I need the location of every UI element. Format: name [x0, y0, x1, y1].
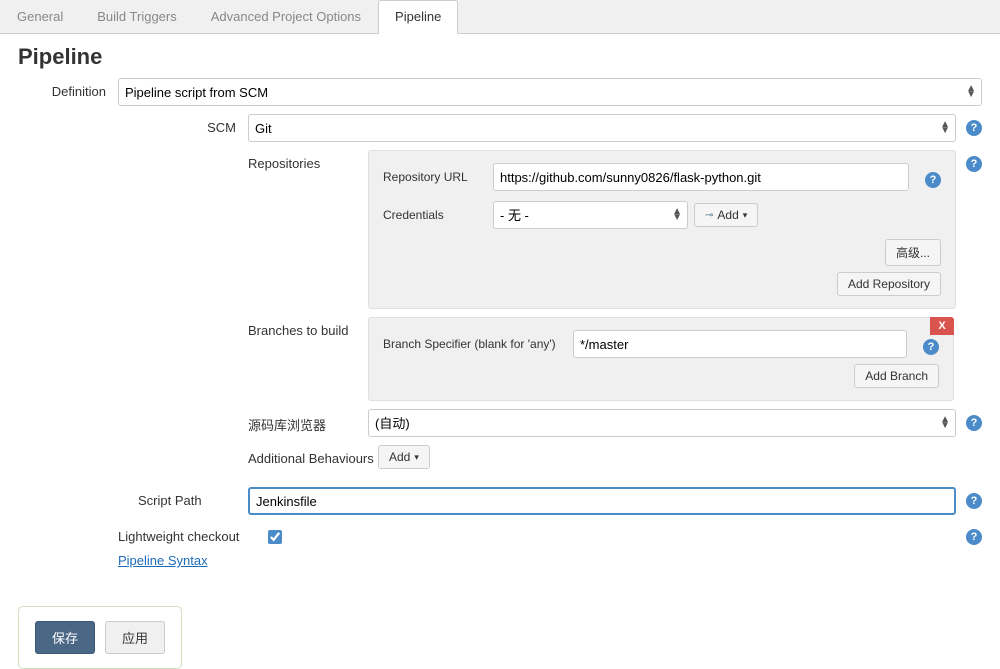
page-title: Pipeline — [18, 44, 982, 70]
advanced-button[interactable]: 高级... — [885, 239, 941, 266]
tab-pipeline[interactable]: Pipeline — [378, 0, 458, 34]
repo-browser-label: 源码库浏览器 — [248, 409, 368, 434]
add-behaviour-button[interactable]: Add ▾ — [378, 445, 430, 469]
credentials-label: Credentials — [383, 208, 493, 222]
repositories-panel: Repository URL ? Credentials - 无 - ▲▼ — [368, 150, 956, 309]
scm-select[interactable]: Git — [248, 114, 956, 142]
script-path-input[interactable] — [248, 487, 956, 515]
tab-build-triggers[interactable]: Build Triggers — [80, 0, 193, 33]
definition-select[interactable]: Pipeline script from SCM — [118, 78, 982, 106]
branch-specifier-label: Branch Specifier (blank for 'any') — [383, 337, 573, 351]
scm-label: SCM — [118, 114, 248, 135]
save-button[interactable]: 保存 — [35, 621, 95, 654]
repo-browser-select[interactable]: (自动) — [368, 409, 956, 437]
help-icon[interactable]: ? — [966, 156, 982, 172]
pipeline-syntax-link[interactable]: Pipeline Syntax — [118, 553, 208, 568]
help-icon[interactable]: ? — [925, 172, 941, 188]
save-bar: 保存 应用 — [18, 606, 182, 669]
add-branch-button[interactable]: Add Branch — [854, 364, 939, 388]
help-icon[interactable]: ? — [966, 493, 982, 509]
tab-general[interactable]: General — [0, 0, 80, 33]
credentials-select[interactable]: - 无 - — [493, 201, 688, 229]
lightweight-label: Lightweight checkout — [118, 523, 268, 544]
chevron-down-icon: ▾ — [743, 210, 748, 221]
apply-button[interactable]: 应用 — [105, 621, 165, 654]
repo-url-label: Repository URL — [383, 170, 493, 184]
help-icon[interactable]: ? — [966, 120, 982, 136]
help-icon[interactable]: ? — [966, 529, 982, 545]
help-icon[interactable]: ? — [966, 415, 982, 431]
chevron-down-icon: ▾ — [414, 452, 419, 463]
definition-label: Definition — [18, 78, 118, 99]
tab-advanced-options[interactable]: Advanced Project Options — [194, 0, 378, 33]
repositories-label: Repositories — [248, 150, 368, 171]
script-path-label: Script Path — [118, 487, 248, 508]
branches-label: Branches to build — [248, 317, 368, 338]
repo-url-input[interactable] — [493, 163, 909, 191]
add-credentials-button[interactable]: ⊸ Add ▾ — [694, 203, 758, 227]
add-repository-button[interactable]: Add Repository — [837, 272, 941, 296]
branch-specifier-input[interactable] — [573, 330, 907, 358]
config-tabs: General Build Triggers Advanced Project … — [0, 0, 1000, 34]
key-icon: ⊸ — [705, 210, 713, 221]
branches-panel: X Branch Specifier (blank for 'any') ? A… — [368, 317, 954, 401]
close-icon[interactable]: X — [930, 317, 954, 335]
lightweight-checkbox[interactable] — [268, 530, 282, 544]
behaviours-label: Additional Behaviours — [248, 445, 378, 466]
help-icon[interactable]: ? — [923, 339, 939, 355]
